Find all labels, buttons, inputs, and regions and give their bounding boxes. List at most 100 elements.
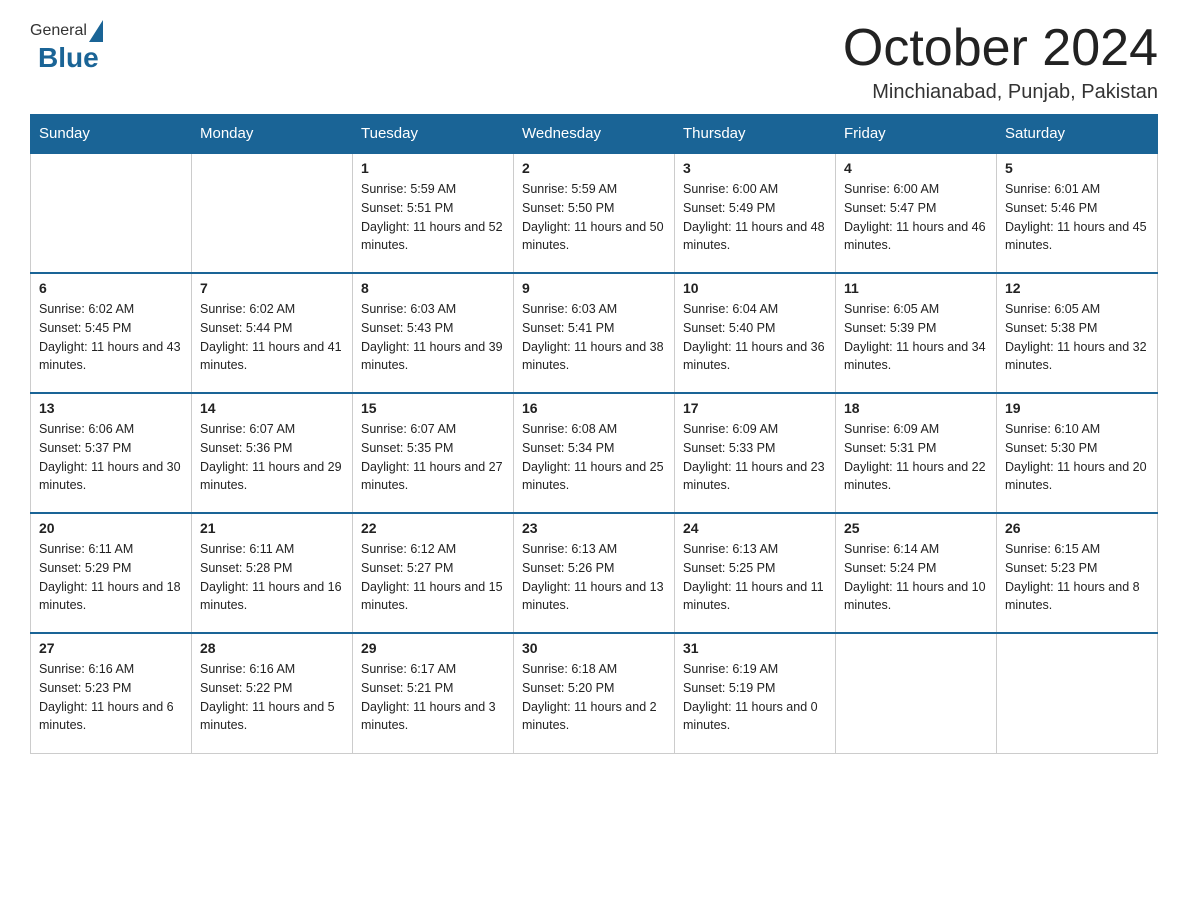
title-area: October 2024 Minchianabad, Punjab, Pakis… — [843, 20, 1158, 104]
day-number: 15 — [361, 400, 505, 416]
day-info: Sunrise: 6:09 AMSunset: 5:33 PMDaylight:… — [683, 420, 827, 495]
day-number: 24 — [683, 520, 827, 536]
calendar-day-cell: 5 Sunrise: 6:01 AMSunset: 5:46 PMDaylight… — [997, 153, 1158, 273]
calendar-day-cell: 1Sunrise: 5:59 AMSunset: 5:51 PMDaylight… — [353, 153, 514, 273]
logo-arrow-icon — [89, 20, 103, 42]
calendar-day-cell — [836, 633, 997, 753]
calendar-header-row: Sunday Monday Tuesday Wednesday Thursday… — [31, 115, 1158, 154]
day-number: 23 — [522, 520, 666, 536]
day-info: Sunrise: 6:14 AMSunset: 5:24 PMDaylight:… — [844, 540, 988, 615]
day-info: Sunrise: 6:16 AMSunset: 5:22 PMDaylight:… — [200, 660, 344, 735]
calendar-week-row: 27Sunrise: 6:16 AMSunset: 5:23 PMDayligh… — [31, 633, 1158, 753]
day-info: Sunrise: 6:08 AMSunset: 5:34 PMDaylight:… — [522, 420, 666, 495]
day-number: 27 — [39, 640, 183, 656]
calendar-day-cell: 10Sunrise: 6:04 AMSunset: 5:40 PMDayligh… — [675, 273, 836, 393]
calendar-day-cell: 22 Sunrise: 6:12 AMSunset: 5:27 PMDayligh… — [353, 513, 514, 633]
calendar-day-cell: 27Sunrise: 6:16 AMSunset: 5:23 PMDayligh… — [31, 633, 192, 753]
month-title: October 2024 — [843, 20, 1158, 77]
day-info: Sunrise: 6:07 AMSunset: 5:35 PMDaylight:… — [361, 420, 505, 495]
calendar-day-cell: 26Sunrise: 6:15 AMSunset: 5:23 PMDayligh… — [997, 513, 1158, 633]
calendar-day-cell: 23 Sunrise: 6:13 AMSunset: 5:26 PMDayligh… — [514, 513, 675, 633]
calendar-day-cell: 15 Sunrise: 6:07 AMSunset: 5:35 PMDayligh… — [353, 393, 514, 513]
calendar-day-cell: 24 Sunrise: 6:13 AMSunset: 5:25 PMDayligh… — [675, 513, 836, 633]
calendar-day-cell: 14 Sunrise: 6:07 AMSunset: 5:36 PMDayligh… — [192, 393, 353, 513]
calendar-day-cell: 18 Sunrise: 6:09 AMSunset: 5:31 PMDayligh… — [836, 393, 997, 513]
logo-blue-text: Blue — [38, 42, 105, 74]
day-number: 16 — [522, 400, 666, 416]
day-number: 4 — [844, 160, 988, 176]
day-number: 26 — [1005, 520, 1149, 536]
day-number: 6 — [39, 280, 183, 296]
day-info: Sunrise: 6:03 AMSunset: 5:43 PMDaylight:… — [361, 300, 505, 375]
day-info: Sunrise: 6:03 AMSunset: 5:41 PMDaylight:… — [522, 300, 666, 375]
calendar-day-cell — [192, 153, 353, 273]
day-number: 7 — [200, 280, 344, 296]
day-number: 18 — [844, 400, 988, 416]
calendar-day-cell: 20Sunrise: 6:11 AMSunset: 5:29 PMDayligh… — [31, 513, 192, 633]
calendar-day-cell: 16 Sunrise: 6:08 AMSunset: 5:34 PMDayligh… — [514, 393, 675, 513]
day-info: Sunrise: 6:07 AMSunset: 5:36 PMDaylight:… — [200, 420, 344, 495]
day-number: 21 — [200, 520, 344, 536]
calendar-day-cell: 3 Sunrise: 6:00 AMSunset: 5:49 PMDaylight… — [675, 153, 836, 273]
day-number: 1 — [361, 160, 505, 176]
day-info: Sunrise: 6:13 AMSunset: 5:25 PMDaylight:… — [683, 540, 827, 615]
calendar-day-cell: 30 Sunrise: 6:18 AMSunset: 5:20 PMDayligh… — [514, 633, 675, 753]
calendar-day-cell: 31 Sunrise: 6:19 AMSunset: 5:19 PMDayligh… — [675, 633, 836, 753]
day-info: Sunrise: 6:02 AMSunset: 5:45 PMDaylight:… — [39, 300, 183, 375]
calendar-day-cell — [997, 633, 1158, 753]
calendar-table: Sunday Monday Tuesday Wednesday Thursday… — [30, 114, 1158, 754]
calendar-day-cell: 8 Sunrise: 6:03 AMSunset: 5:43 PMDaylight… — [353, 273, 514, 393]
day-info: Sunrise: 6:09 AMSunset: 5:31 PMDaylight:… — [844, 420, 988, 495]
day-number: 31 — [683, 640, 827, 656]
day-number: 12 — [1005, 280, 1149, 296]
calendar-day-cell: 2 Sunrise: 5:59 AMSunset: 5:50 PMDaylight… — [514, 153, 675, 273]
day-number: 29 — [361, 640, 505, 656]
day-number: 13 — [39, 400, 183, 416]
day-number: 22 — [361, 520, 505, 536]
day-info: Sunrise: 6:18 AMSunset: 5:20 PMDaylight:… — [522, 660, 666, 735]
day-info: Sunrise: 5:59 AMSunset: 5:50 PMDaylight:… — [522, 180, 666, 255]
day-number: 30 — [522, 640, 666, 656]
calendar-day-cell — [31, 153, 192, 273]
calendar-week-row: 20Sunrise: 6:11 AMSunset: 5:29 PMDayligh… — [31, 513, 1158, 633]
col-monday: Monday — [192, 115, 353, 154]
calendar-day-cell: 21 Sunrise: 6:11 AMSunset: 5:28 PMDayligh… — [192, 513, 353, 633]
day-info: Sunrise: 6:00 AMSunset: 5:47 PMDaylight:… — [844, 180, 988, 255]
day-number: 25 — [844, 520, 988, 536]
day-number: 20 — [39, 520, 183, 536]
day-number: 14 — [200, 400, 344, 416]
calendar-week-row: 1Sunrise: 5:59 AMSunset: 5:51 PMDaylight… — [31, 153, 1158, 273]
calendar-day-cell: 29 Sunrise: 6:17 AMSunset: 5:21 PMDayligh… — [353, 633, 514, 753]
day-info: Sunrise: 6:10 AMSunset: 5:30 PMDaylight:… — [1005, 420, 1149, 495]
logo-general-text: General — [30, 22, 87, 40]
day-info: Sunrise: 6:19 AMSunset: 5:19 PMDaylight:… — [683, 660, 827, 735]
day-number: 8 — [361, 280, 505, 296]
calendar-day-cell: 6 Sunrise: 6:02 AMSunset: 5:45 PMDaylight… — [31, 273, 192, 393]
day-number: 9 — [522, 280, 666, 296]
calendar-day-cell: 19Sunrise: 6:10 AMSunset: 5:30 PMDayligh… — [997, 393, 1158, 513]
day-info: Sunrise: 6:04 AMSunset: 5:40 PMDaylight:… — [683, 300, 827, 375]
day-info: Sunrise: 6:11 AMSunset: 5:28 PMDaylight:… — [200, 540, 344, 615]
day-number: 3 — [683, 160, 827, 176]
day-info: Sunrise: 6:01 AMSunset: 5:46 PMDaylight:… — [1005, 180, 1149, 255]
day-info: Sunrise: 6:13 AMSunset: 5:26 PMDaylight:… — [522, 540, 666, 615]
calendar-day-cell: 12 Sunrise: 6:05 AMSunset: 5:38 PMDayligh… — [997, 273, 1158, 393]
day-info: Sunrise: 6:12 AMSunset: 5:27 PMDaylight:… — [361, 540, 505, 615]
day-info: Sunrise: 6:02 AMSunset: 5:44 PMDaylight:… — [200, 300, 344, 375]
calendar-week-row: 6 Sunrise: 6:02 AMSunset: 5:45 PMDaylight… — [31, 273, 1158, 393]
day-number: 5 — [1005, 160, 1149, 176]
day-info: Sunrise: 6:17 AMSunset: 5:21 PMDaylight:… — [361, 660, 505, 735]
col-saturday: Saturday — [997, 115, 1158, 154]
col-thursday: Thursday — [675, 115, 836, 154]
calendar-day-cell: 7 Sunrise: 6:02 AMSunset: 5:44 PMDaylight… — [192, 273, 353, 393]
day-number: 17 — [683, 400, 827, 416]
calendar-day-cell: 11Sunrise: 6:05 AMSunset: 5:39 PMDayligh… — [836, 273, 997, 393]
day-info: Sunrise: 6:00 AMSunset: 5:49 PMDaylight:… — [683, 180, 827, 255]
calendar-day-cell: 25 Sunrise: 6:14 AMSunset: 5:24 PMDayligh… — [836, 513, 997, 633]
col-friday: Friday — [836, 115, 997, 154]
day-info: Sunrise: 6:05 AMSunset: 5:38 PMDaylight:… — [1005, 300, 1149, 375]
logo-top: General — [30, 20, 105, 42]
day-number: 2 — [522, 160, 666, 176]
col-wednesday: Wednesday — [514, 115, 675, 154]
day-info: Sunrise: 6:05 AMSunset: 5:39 PMDaylight:… — [844, 300, 988, 375]
